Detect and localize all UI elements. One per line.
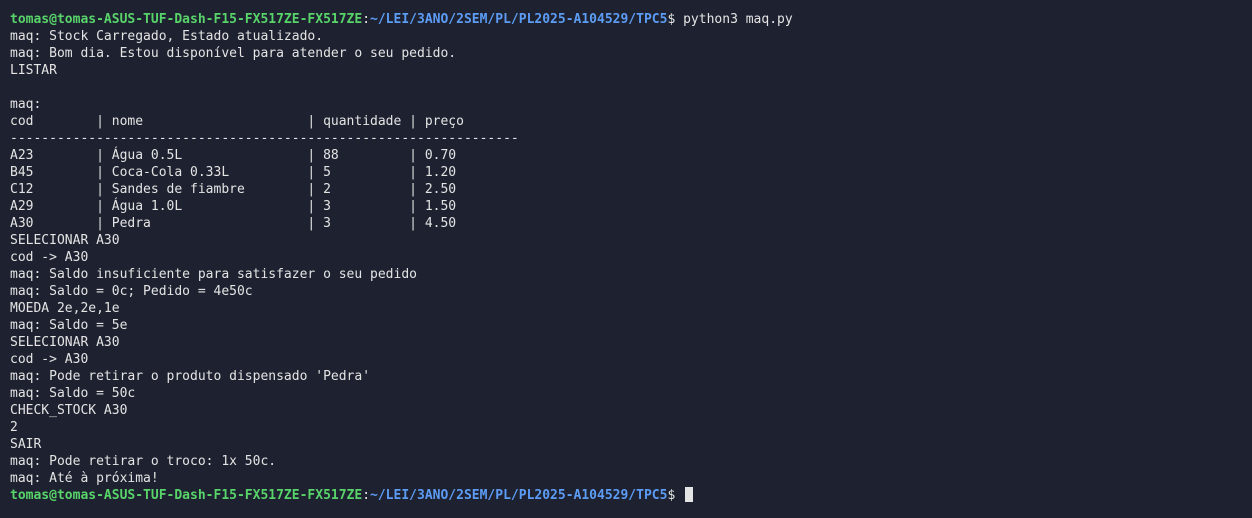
output-line: maq: Stock Carregado, Estado atualizado. — [10, 29, 324, 44]
table-header: cod | nome | quantidade | preço — [10, 114, 464, 129]
output-line: maq: Bom dia. Estou disponível para aten… — [10, 46, 457, 61]
output-line: maq: Saldo insuficiente para satisfazer … — [10, 267, 417, 282]
active-prompt-line[interactable]: tomas@tomas-ASUS-TUF-Dash-F15-FX517ZE-FX… — [10, 487, 1252, 504]
prompt-path: ~/LEI/3ANO/2SEM/PL/PL2025-A104529/TPC5 — [370, 488, 668, 503]
table-row: C12 | Sandes de fiambre | 2 | 2.50 — [10, 182, 457, 197]
table-row: A30 | Pedra | 3 | 4.50 — [10, 216, 457, 231]
output-line: maq: Até à próxima! — [10, 471, 159, 486]
output-line: SAIR — [10, 437, 42, 452]
output-line: maq: Pode retirar o troco: 1x 50c. — [10, 454, 277, 469]
output-line: maq: Saldo = 0c; Pedido = 4e50c — [10, 284, 253, 299]
output-line: LISTAR — [10, 63, 57, 78]
prompt-separator: : — [362, 488, 371, 503]
output-line: maq: — [10, 97, 42, 112]
prompt-user-host: tomas@tomas-ASUS-TUF-Dash-F15-FX517ZE-FX… — [10, 12, 363, 27]
output-line: SELECIONAR A30 — [10, 233, 120, 248]
prompt-separator: : — [362, 12, 371, 27]
output-line: cod -> A30 — [10, 250, 89, 265]
output-line: SELECIONAR A30 — [10, 335, 120, 350]
table-row: B45 | Coca-Cola 0.33L | 5 | 1.20 — [10, 165, 457, 180]
table-row: A29 | Água 1.0L | 3 | 1.50 — [10, 199, 457, 214]
text-cursor[interactable] — [685, 487, 694, 502]
output-line: cod -> A30 — [10, 352, 89, 367]
command-prompt-line: tomas@tomas-ASUS-TUF-Dash-F15-FX517ZE-FX… — [10, 11, 1252, 28]
output-line: maq: Pode retirar o produto dispensado '… — [10, 369, 371, 384]
prompt-dollar: $ — [667, 488, 684, 503]
prompt-path: ~/LEI/3ANO/2SEM/PL/PL2025-A104529/TPC5 — [370, 12, 668, 27]
table-row: A23 | Água 0.5L | 88 | 0.70 — [10, 148, 457, 163]
output-line: 2 — [10, 420, 18, 435]
output-line: MOEDA 2e,2e,1e — [10, 301, 120, 316]
output-line: CHECK_STOCK A30 — [10, 403, 128, 418]
output-line: maq: Saldo = 5e — [10, 318, 128, 333]
output-line: maq: Saldo = 50c — [10, 386, 136, 401]
terminal-window[interactable]: tomas@tomas-ASUS-TUF-Dash-F15-FX517ZE-FX… — [0, 0, 1252, 518]
prompt-user-host: tomas@tomas-ASUS-TUF-Dash-F15-FX517ZE-FX… — [10, 488, 363, 503]
terminal-output: maq: Stock Carregado, Estado atualizado.… — [10, 28, 1252, 487]
table-divider: ----------------------------------------… — [10, 131, 519, 146]
command-text: python3 maq.py — [675, 12, 793, 27]
